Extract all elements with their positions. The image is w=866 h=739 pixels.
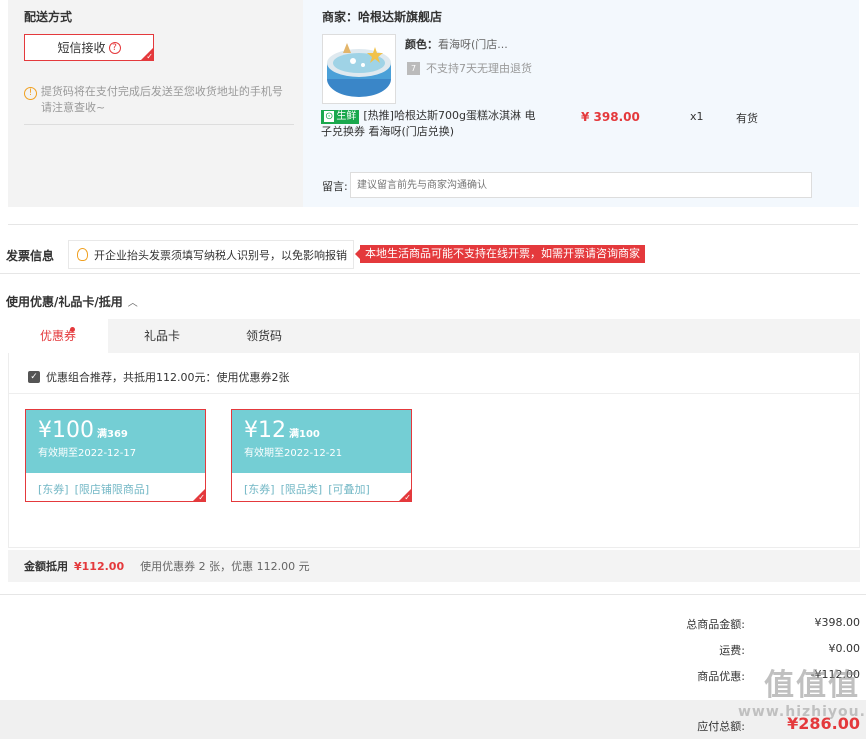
coupon-tags: [东券] [限店铺限商品] (38, 483, 150, 496)
divider (9, 393, 859, 394)
product-price: ¥ 398.00 (581, 110, 640, 124)
product-image[interactable] (322, 34, 396, 104)
discount-label: 商品优惠: (697, 670, 745, 683)
notification-dot (70, 327, 75, 332)
warning-icon: ! (24, 87, 37, 100)
coupon-card[interactable]: ¥12 满100 有效期至2022-12-21 [东券] [限品类] [可叠加] (231, 409, 412, 502)
delivery-tip-line2: 请注意查收~ (41, 101, 106, 114)
coupon-summary-amount: ¥112.00 (74, 559, 125, 573)
message-label: 留言: (322, 180, 348, 193)
sms-receive-label: 短信接收 (57, 41, 106, 55)
divider (24, 124, 294, 125)
coupon-amount: ¥12 (244, 418, 286, 443)
color-attr: 颜色：看海呀(门店... (405, 38, 508, 51)
chevron-up-icon: ︿ (127, 298, 138, 309)
product-qty: x1 (690, 110, 704, 123)
message-input[interactable] (350, 172, 812, 198)
coupon-summary: 金额抵用 ¥112.00 使用优惠券 2 张，优惠 112.00 元 (8, 550, 860, 582)
no-return-notice: 7 不支持7天无理由退货 (407, 60, 532, 76)
tab-gift-card[interactable]: 礼品卡 (112, 319, 212, 353)
watermark-logo: 值 (764, 668, 794, 703)
selected-check-icon (141, 48, 153, 61)
no-return-icon: 7 (407, 61, 420, 75)
help-icon[interactable]: ? (108, 41, 121, 54)
fresh-badge: ⊙ 生鲜 (321, 110, 360, 124)
coupon-section-toggle[interactable]: 使用优惠/礼品卡/抵用 ︿ (6, 293, 138, 310)
goods-total-value: ¥398.00 (814, 616, 861, 629)
recommend-combo[interactable]: ✓ 优惠组合推荐，共抵用112.00元：使用优惠券2张 (28, 369, 290, 385)
invoice-alert-badge: 本地生活商品可能不支持在线开票，如需开票请咨询商家 (355, 245, 645, 263)
cake-picture (327, 43, 391, 97)
delivery-tip: ! 提货码将在支付完成后发送至您收货地址的手机号 请注意查收~ (24, 84, 294, 116)
tab-coupons[interactable]: 优惠券 (8, 319, 108, 354)
coupon-condition: 满369 (97, 429, 128, 440)
coupon-expiry: 有效期至2022-12-17 (38, 448, 137, 459)
payable-label: 应付总额: (697, 720, 745, 733)
delivery-title: 配送方式 (24, 10, 73, 24)
invoice-tip: 开企业抬头发票须填写纳税人识别号，以免影响报销 (68, 240, 354, 269)
site-watermark: 值 值 值 www.hizhiyou.com (738, 660, 866, 734)
watermark-text: www.hizhiyou.com (738, 704, 866, 720)
tab-claim-code[interactable]: 领货码 (214, 319, 314, 353)
coupon-condition: 满100 (289, 429, 320, 440)
coupon-card[interactable]: ¥100 满369 有效期至2022-12-17 [东券] [限店铺限商品] (25, 409, 206, 502)
coupon-tabs: 优惠券 礼品卡 领货码 (8, 319, 860, 354)
shipping-label: 运费: (719, 644, 745, 657)
shipping-value: ¥0.00 (828, 642, 861, 655)
product-title[interactable]: ⊙ 生鲜 [热推]哈根达斯700g蛋糕冰淇淋 电 子兑换券 看海呀(门店兑换) (321, 108, 551, 140)
coupon-amount: ¥100 (38, 418, 94, 443)
invoice-title: 发票信息 (6, 249, 55, 263)
coupon-tags: [东券] [限品类] [可叠加] (244, 483, 370, 496)
divider (0, 273, 860, 274)
divider (0, 594, 866, 595)
recommend-checkbox[interactable]: ✓ (28, 371, 40, 383)
delivery-tip-line1: 提货码将在支付完成后发送至您收货地址的手机号 (40, 85, 283, 98)
divider (8, 224, 858, 225)
selected-check-icon (399, 489, 411, 501)
goods-total-label: 总商品金额: (686, 618, 745, 631)
sms-receive-option[interactable]: 短信接收 ? (24, 34, 154, 61)
lightbulb-icon (77, 248, 88, 261)
shop-name: 商家：哈根达斯旗舰店 (322, 10, 443, 24)
coupon-expiry: 有效期至2022-12-21 (244, 448, 343, 459)
selected-check-icon (193, 489, 205, 501)
stock-status: 有货 (736, 112, 758, 125)
